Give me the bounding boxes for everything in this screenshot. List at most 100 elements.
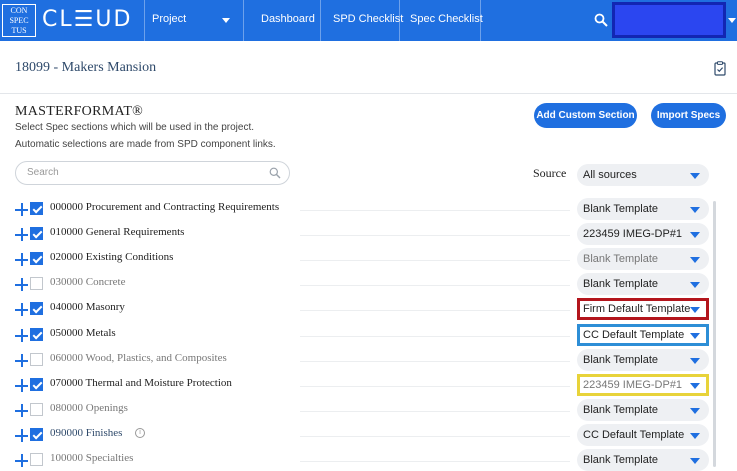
nav-divider [243,0,244,41]
section-label[interactable]: 090000 Finishes [50,427,122,439]
section-label: 040000 Masonry [50,301,125,313]
clipboard-check-icon[interactable] [714,61,726,76]
template-select[interactable]: CC Default Template [577,324,709,346]
plus-icon[interactable] [15,253,28,266]
list-item: 070000 Thermal and Moisture Protection 22… [0,374,720,399]
template-select-value: Firm Default Template [583,303,691,315]
section-label: 100000 Specialties [50,452,134,464]
list-item: 000000 Procurement and Contracting Requi… [0,198,720,223]
template-select-value: Blank Template [583,404,659,416]
scrollbar[interactable] [713,201,716,467]
chevron-down-icon [690,307,700,313]
nav-divider [399,0,400,41]
plus-icon[interactable] [15,354,28,367]
section-label: 070000 Thermal and Moisture Protection [50,377,232,389]
plus-icon[interactable] [15,303,28,316]
template-select[interactable]: Blank Template [577,349,709,371]
plus-icon[interactable] [15,454,28,467]
plus-icon[interactable] [15,429,28,442]
chevron-down-icon [690,358,700,364]
template-select[interactable]: 223459 IMEG-DP#1 [577,223,709,245]
section-checkbox[interactable] [30,403,43,416]
template-select-value: Blank Template [583,454,659,466]
search-icon[interactable] [594,13,608,27]
add-custom-section-button[interactable]: Add Custom Section [534,103,637,128]
nav-divider [320,0,321,41]
template-select-value: CC Default Template [583,329,685,341]
nav-project-dropdown[interactable]: Project [152,0,186,41]
template-select[interactable]: Firm Default Template [577,298,709,320]
chevron-down-icon[interactable] [222,18,230,23]
list-item: 100000 Specialties Blank Template [0,449,720,471]
template-select[interactable]: Blank Template [577,198,709,220]
plus-icon[interactable] [15,404,28,417]
search-placeholder: Search [27,167,59,178]
list-item: 030000 Concrete Blank Template [0,273,720,298]
list-item: 020000 Existing Conditions Blank Template [0,248,720,273]
template-select[interactable]: Blank Template [577,248,709,270]
section-label: 030000 Concrete [50,276,126,288]
chevron-down-icon [690,257,700,263]
section-checkbox[interactable] [30,302,43,315]
logo-line: TUS [11,26,27,35]
user-menu[interactable] [612,2,726,38]
search-field[interactable]: Search [15,161,290,185]
section-label: 080000 Openings [50,402,128,414]
nav-dashboard[interactable]: Dashboard [261,0,315,41]
section-checkbox[interactable] [30,453,43,466]
chevron-down-icon[interactable] [728,18,736,23]
nav-spd-checklist[interactable]: SPD Checklist [333,0,403,41]
chevron-down-icon [690,207,700,213]
template-select-value: Blank Template [583,253,659,265]
section-checkbox[interactable] [30,227,43,240]
list-item: 090000 Finishes i CC Default Template [0,424,720,449]
chevron-down-icon [690,408,700,414]
project-title: 18099 - Makers Mansion [15,60,157,75]
row-divider [300,336,570,337]
section-label: 010000 General Requirements [50,226,185,238]
header-divider [0,93,737,94]
conspectus-logo[interactable]: CON SPEC TUS [2,4,36,37]
section-checkbox[interactable] [30,378,43,391]
section-checkbox[interactable] [30,428,43,441]
plus-icon[interactable] [15,203,28,216]
section-label: 000000 Procurement and Contracting Requi… [50,201,280,213]
section-checkbox[interactable] [30,252,43,265]
source-label: Source [533,166,567,180]
source-select-value: All sources [583,169,637,181]
search-icon[interactable] [269,167,281,179]
section-label: 060000 Wood, Plastics, and Composites [50,352,227,364]
info-icon[interactable]: i [135,428,145,438]
row-divider [300,310,570,311]
plus-icon[interactable] [15,329,28,342]
plus-icon[interactable] [15,379,28,392]
template-select-value: 223459 IMEG-DP#1 [583,379,683,391]
import-specs-button[interactable]: Import Specs [651,103,726,128]
template-select[interactable]: Blank Template [577,399,709,421]
plus-icon[interactable] [15,278,28,291]
nav-spec-checklist[interactable]: Spec Checklist [410,0,483,41]
template-select[interactable]: Blank Template [577,273,709,295]
chevron-down-icon [690,433,700,439]
nav-divider [144,0,145,41]
template-select-value: Blank Template [583,278,659,290]
chevron-down-icon [690,232,700,238]
list-item: 080000 Openings Blank Template [0,399,720,424]
template-select[interactable]: CC Default Template [577,424,709,446]
template-select-value: Blank Template [583,203,659,215]
row-divider [300,461,570,462]
section-checkbox[interactable] [30,353,43,366]
section-checkbox[interactable] [30,202,43,215]
section-checkbox[interactable] [30,328,43,341]
source-select[interactable]: All sources [577,164,709,186]
row-divider [300,235,570,236]
chevron-down-icon [690,173,700,179]
chevron-down-icon [690,383,700,389]
plus-icon[interactable] [15,228,28,241]
template-select[interactable]: Blank Template [577,449,709,471]
row-divider [300,386,570,387]
cloud-logo-text: CL☰UD [42,7,133,32]
template-select[interactable]: 223459 IMEG-DP#1 [577,374,709,396]
section-checkbox[interactable] [30,277,43,290]
logo-line: SPEC [9,16,29,25]
